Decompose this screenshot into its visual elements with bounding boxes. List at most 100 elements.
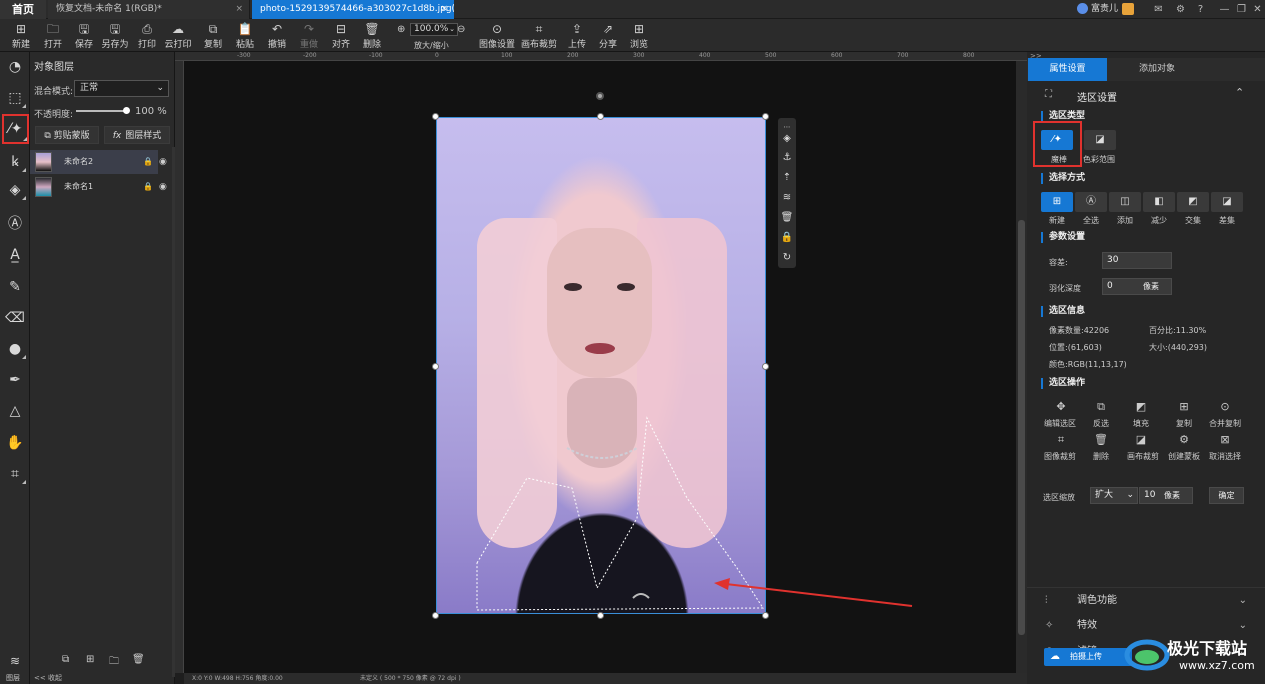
text-effect-tool[interactable]: A̲	[4, 244, 26, 266]
copy-button[interactable]: ⧉ 复制	[202, 21, 224, 51]
rotate-handle[interactable]	[596, 92, 604, 100]
fill-icon[interactable]: ◩	[1133, 400, 1149, 414]
opacity-slider-handle[interactable]	[123, 107, 130, 114]
resize-handle[interactable]	[597, 113, 604, 120]
op-label[interactable]: 复制	[1176, 418, 1192, 429]
browse-button[interactable]: ⊞ 浏览	[628, 21, 650, 51]
cancel-selection-icon[interactable]: ⊠	[1217, 433, 1233, 447]
confirm-button[interactable]: 确定	[1209, 487, 1244, 504]
cloud-print-button[interactable]: ☁ 云打印	[163, 21, 193, 51]
fill-tool[interactable]: ◈	[4, 179, 26, 201]
edit-selection-icon[interactable]: ✥	[1053, 400, 1069, 414]
add-layer-icon[interactable]: ⊞	[86, 654, 94, 665]
marquee-tool[interactable]: ⬚	[4, 87, 26, 109]
canvas-crop-icon[interactable]: ◪	[1133, 433, 1149, 447]
zoom-out-icon[interactable]: ⊖	[457, 24, 465, 35]
mode-all-button[interactable]: Ⓐ	[1075, 192, 1107, 212]
chevron-up-icon[interactable]: ⌃	[1235, 86, 1244, 99]
magic-wand-tool[interactable]: ⁄✦	[2, 114, 29, 144]
zoom-input[interactable]: 100.0% ⌄	[410, 23, 458, 36]
open-button[interactable]: 🗀 打开	[42, 21, 64, 51]
hand-tool[interactable]: ✋	[4, 432, 26, 454]
user-account[interactable]: 富贵儿	[1077, 2, 1135, 17]
trash-icon[interactable]: 🗑	[1093, 433, 1109, 447]
tab-home[interactable]: 首页	[0, 0, 46, 19]
collapse-button[interactable]: << 收起	[34, 673, 62, 683]
blend-mode-select[interactable]: 正常 ⌄	[74, 80, 169, 97]
folder-icon[interactable]: 🗀	[109, 654, 119, 671]
create-mask-icon[interactable]: ⚙	[1176, 433, 1192, 447]
resize-handle[interactable]	[762, 612, 769, 619]
tab-photo-document[interactable]: photo-1529139574466-a303027c1d8b.jpg(R..…	[252, 0, 454, 19]
paste-button[interactable]: 📋 粘贴	[234, 21, 256, 51]
align-button[interactable]: ⊟ 对齐	[330, 21, 352, 51]
scale-value-input[interactable]: 10 像素	[1139, 487, 1193, 504]
op-label[interactable]: 取消选择	[1209, 451, 1241, 462]
layers-toggle[interactable]: ≋	[4, 650, 26, 672]
op-label[interactable]: 填充	[1133, 418, 1149, 429]
mail-icon[interactable]: ✉	[1152, 3, 1165, 16]
copy-icon[interactable]: ⊞	[1176, 400, 1192, 414]
scale-mode-select[interactable]: 扩大 ⌄	[1090, 487, 1138, 504]
invert-icon[interactable]: ⧉	[1093, 400, 1109, 414]
layer-row[interactable]: 未命名2 🔒 ◉	[30, 150, 167, 174]
op-label[interactable]: 创建蒙板	[1168, 451, 1200, 462]
restore-icon[interactable]: ❐	[1235, 3, 1248, 16]
canvas-crop-button[interactable]: ⌗ 画布裁剪	[520, 21, 558, 51]
resize-handle[interactable]	[762, 363, 769, 370]
share-button[interactable]: ⇗ 分享	[597, 21, 619, 51]
lock-icon[interactable]: 🔒	[143, 150, 153, 174]
shape-tool[interactable]: △	[4, 400, 26, 422]
resize-handle[interactable]	[432, 113, 439, 120]
transform-bounding-box[interactable]	[436, 117, 766, 614]
zoom-in-icon[interactable]: ⊕	[397, 24, 405, 35]
merge-copy-icon[interactable]: ⊙	[1217, 400, 1233, 414]
op-label[interactable]: 编辑选区	[1044, 418, 1076, 429]
upload-button[interactable]: ⇪ 上传	[566, 21, 588, 51]
op-label[interactable]: 合并复制	[1209, 418, 1241, 429]
new-button[interactable]: ⊞ 新建	[10, 21, 32, 51]
close-icon[interactable]: ×	[440, 0, 448, 19]
tab-properties[interactable]: 属性设置	[1028, 58, 1107, 81]
eye-icon[interactable]: ◉	[159, 175, 167, 199]
layer-row[interactable]: 未命名1 🔒 ◉	[30, 175, 167, 199]
mode-new-button[interactable]: ⊞	[1041, 192, 1073, 212]
crop-tool[interactable]: ⌗	[4, 463, 26, 485]
print-button[interactable]: ⎙ 打印	[136, 21, 158, 51]
close-icon[interactable]: ×	[235, 0, 243, 19]
image-settings-button[interactable]: ⊙ 图像设置	[478, 21, 516, 51]
layer-up-icon[interactable]: ◈	[780, 132, 794, 146]
op-label[interactable]: 反选	[1093, 418, 1109, 429]
anchor-icon[interactable]: ⚓	[780, 151, 794, 165]
help-icon[interactable]: ?	[1194, 3, 1207, 16]
gear-icon[interactable]: ⚙	[1174, 3, 1187, 16]
smudge-tool[interactable]: ●	[4, 338, 26, 360]
mode-subtract-button[interactable]: ◧	[1143, 192, 1175, 212]
mode-add-button[interactable]: ◫	[1109, 192, 1141, 212]
clip-mask-button[interactable]: ⧉ 剪贴蒙版	[35, 126, 99, 144]
minimize-icon[interactable]: —	[1218, 3, 1231, 16]
quick-select-tool[interactable]: ◔	[4, 56, 26, 78]
op-label[interactable]: 画布裁剪	[1127, 451, 1159, 462]
trash-icon[interactable]: 🗑	[780, 211, 794, 225]
reset-icon[interactable]: ↻	[780, 251, 794, 265]
trash-icon[interactable]: 🗑	[132, 654, 145, 665]
image-crop-icon[interactable]: ⌗	[1053, 433, 1069, 447]
tab-recovered-document[interactable]: 恢复文档-未命名 1(RGB)* ×	[48, 0, 250, 19]
resize-handle[interactable]	[432, 612, 439, 619]
resize-handle[interactable]	[432, 363, 439, 370]
text-tool[interactable]: Ⓐ	[4, 213, 26, 235]
move-up-icon[interactable]: ⇡	[780, 171, 794, 185]
tolerance-input[interactable]: 30	[1102, 252, 1172, 269]
opacity-slider[interactable]	[76, 110, 128, 112]
op-label[interactable]: 图像裁剪	[1044, 451, 1076, 462]
mode-intersect-button[interactable]: ◩	[1177, 192, 1209, 212]
eye-icon[interactable]: ◉	[159, 150, 167, 174]
feather-input[interactable]: 0 像素	[1102, 278, 1172, 295]
op-label[interactable]: 删除	[1093, 451, 1109, 462]
resize-handle[interactable]	[762, 113, 769, 120]
lasso-tool[interactable]: ꝃ	[4, 151, 26, 173]
close-window-icon[interactable]: ✕	[1251, 3, 1264, 16]
lock-icon[interactable]: 🔒	[780, 231, 794, 245]
eraser-tool[interactable]: ⌫	[4, 307, 26, 329]
